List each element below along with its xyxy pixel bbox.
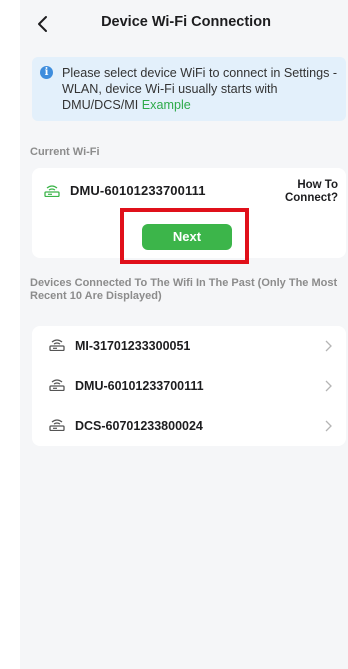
router-icon — [49, 379, 65, 391]
router-icon — [44, 185, 60, 197]
router-icon — [49, 339, 65, 351]
current-ssid: DMU-60101233700111 — [70, 183, 206, 198]
chevron-right-icon — [325, 380, 332, 392]
how-to-line1: How To — [297, 179, 338, 191]
device-ssid: MI-31701233300051 — [75, 339, 191, 353]
header: Device Wi-Fi Connection — [20, 0, 348, 48]
router-icon — [49, 419, 65, 431]
list-item[interactable]: MI-31701233300051 — [32, 326, 346, 366]
notice-banner: i Please select device WiFi to connect i… — [32, 57, 346, 121]
past-devices-label: Devices Connected To The Wifi In The Pas… — [30, 277, 338, 302]
chevron-right-icon — [325, 420, 332, 432]
example-link[interactable]: Example — [142, 98, 191, 112]
how-to-line2: Connect? — [284, 192, 338, 204]
next-button[interactable]: Next — [142, 224, 232, 250]
device-ssid: DMU-60101233700111 — [75, 379, 204, 393]
past-devices-list: MI-31701233300051 DMU-60101233700111 DCS… — [32, 326, 346, 446]
info-icon: i — [40, 66, 53, 79]
page-title: Device Wi-Fi Connection — [101, 14, 271, 30]
device-ssid: DCS-60701233800024 — [75, 419, 203, 433]
how-to-connect-link[interactable]: How To Connect? — [285, 179, 338, 205]
chevron-right-icon — [325, 340, 332, 352]
notice-message: Please select device WiFi to connect in … — [62, 66, 338, 112]
notice-text: Please select device WiFi to connect in … — [62, 65, 342, 113]
screen: Device Wi-Fi Connection i Please select … — [20, 0, 348, 669]
list-item[interactable]: DCS-60701233800024 — [32, 406, 346, 446]
current-wifi-label: Current Wi-Fi — [30, 146, 100, 158]
list-item[interactable]: DMU-60101233700111 — [32, 366, 346, 406]
